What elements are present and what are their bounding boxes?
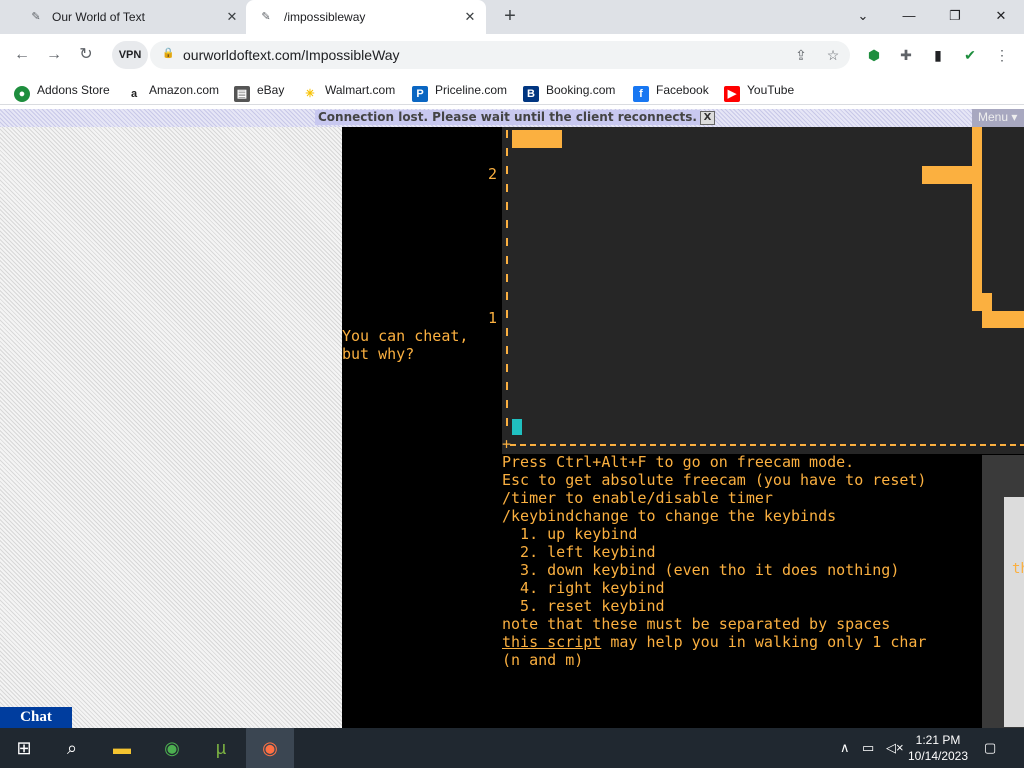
restore-button[interactable]: ❐ <box>941 4 969 28</box>
side-panel-inner <box>1004 497 1024 727</box>
maze-bottom-border <box>510 444 1024 446</box>
owot-icon: ✎ <box>31 11 41 23</box>
facebook-icon: f <box>633 86 649 102</box>
cheat-hint-text: You can cheat, but why? <box>342 327 469 363</box>
share-icon[interactable]: ⇪ <box>792 46 810 64</box>
bookmark-priceline[interactable]: P Priceline.com <box>412 81 507 102</box>
new-tab-button[interactable]: + <box>500 6 520 26</box>
youtube-icon: ▶ <box>724 86 740 102</box>
bookmark-ebay[interactable]: ▤ eBay <box>234 81 284 102</box>
bookmark-amazon[interactable]: a Amazon.com <box>126 81 219 102</box>
script-description: may help you in walking only 1 char <box>601 633 927 651</box>
script-line: this script may help you in walking only… <box>502 633 980 651</box>
chevron-down-icon: ▾ <box>1011 110 1018 124</box>
maze-wall <box>922 166 974 184</box>
tab-title: Our World of Text <box>52 10 145 24</box>
walmart-icon: ✳ <box>302 86 318 102</box>
instruction-line: /timer to enable/disable timer <box>502 489 773 507</box>
chat-button[interactable]: Chat <box>0 707 72 728</box>
notifications-icon[interactable]: ▢ <box>984 740 996 756</box>
instruction-line: (n and m) <box>502 651 584 669</box>
system-clock[interactable]: 1:21 PM 10/14/2023 <box>900 732 976 764</box>
show-hidden-icons-chevron-icon[interactable]: ∧ <box>840 740 850 756</box>
maze-wall <box>972 293 992 311</box>
offscreen-text-fragment: th <box>1012 561 1024 577</box>
extensions-puzzle-icon[interactable]: ✚ <box>896 45 916 65</box>
close-tab-icon[interactable]: ✕ <box>462 9 478 25</box>
instruction-line: 2. left keybind <box>502 543 656 561</box>
menu-button[interactable]: Menu ▾ <box>972 109 1024 127</box>
addons-store-icon: ● <box>14 86 30 102</box>
instructions: Press Ctrl+Alt+F to go on freecam mode. … <box>502 453 980 669</box>
corner-marker: + <box>502 435 512 453</box>
search-icon[interactable]: ⌕ <box>48 728 96 768</box>
forward-arrow-icon[interactable]: → <box>44 45 64 65</box>
instruction-line: /keybindchange to change the keybinds <box>502 507 837 525</box>
priceline-icon: P <box>412 86 428 102</box>
chrome-active-icon[interactable]: ◉ <box>246 728 294 768</box>
this-script-link[interactable]: this script <box>502 633 601 651</box>
instruction-line: Esc to get absolute freecam (you have to… <box>502 471 927 489</box>
player-cursor <box>512 419 522 435</box>
bookmark-booking[interactable]: B Booking.com <box>523 81 615 102</box>
axis-label: 1 <box>488 309 498 327</box>
close-tab-icon[interactable]: ✕ <box>224 9 240 25</box>
tab-strip: ✎ Our World of Text ✕ ✎ /impossibleway ✕… <box>0 0 1024 34</box>
bookmark-addons-store[interactable]: ● Addons Store <box>14 81 110 102</box>
instruction-line: note that these must be separated by spa… <box>502 615 891 633</box>
maze-wall <box>982 311 1024 328</box>
shield-check-icon[interactable]: ✔ <box>960 45 980 65</box>
file-explorer-icon[interactable]: ▬ <box>98 728 146 768</box>
vpn-button[interactable]: VPN <box>112 41 148 69</box>
address-bar[interactable]: 🔒 ourworldoftext.com/ImpossibleWay ⇪ ☆ <box>150 41 850 69</box>
bookmark-star-icon[interactable]: ☆ <box>824 46 842 64</box>
side-panel-icon[interactable]: ▮ <box>928 45 948 65</box>
ebay-icon: ▤ <box>234 86 250 102</box>
booking-icon: B <box>523 86 539 102</box>
instruction-line: Press Ctrl+Alt+F to go on freecam mode. <box>502 453 855 471</box>
clock-date: 10/14/2023 <box>907 749 969 763</box>
tab-our-world-of-text[interactable]: ✎ Our World of Text ✕ <box>8 0 246 34</box>
menu-label: Menu <box>978 110 1009 124</box>
address-toolbar: ← → ↻ VPN 🔒 ourworldoftext.com/Impossibl… <box>0 34 1024 76</box>
more-menu-icon[interactable]: ⋮ <box>992 45 1012 65</box>
tab-impossibleway[interactable]: ✎ /impossibleway ✕ <box>246 0 486 34</box>
network-icon[interactable]: ▭ <box>862 740 874 756</box>
clock-time: 1:21 PM <box>915 733 961 747</box>
minimize-button[interactable]: — <box>895 4 923 28</box>
instruction-line: 5. reset keybind <box>502 597 665 615</box>
instruction-line: 1. up keybind <box>502 525 638 543</box>
taskbar: ⊞ ⌕ ▬ ◉ µ ◉ ∧ ▭ ◁× 1:21 PM 10/14/2023 ▢ <box>0 728 1024 768</box>
owot-canvas[interactable]: Connection lost. Please wait until the c… <box>0 109 1024 728</box>
lock-icon[interactable]: 🔒 <box>162 48 174 60</box>
maze-left-border <box>506 130 508 435</box>
tab-title: /impossibleway <box>284 10 366 24</box>
close-window-button[interactable]: ✕ <box>987 4 1015 28</box>
instruction-line: 4. right keybind <box>502 579 665 597</box>
unloaded-area <box>0 109 342 728</box>
back-arrow-icon[interactable]: ← <box>12 45 32 65</box>
owot-icon: ✎ <box>261 11 271 23</box>
maze-wall <box>972 127 982 311</box>
close-banner-button[interactable]: X <box>700 111 715 125</box>
utorrent-icon[interactable]: µ <box>197 728 245 768</box>
adblock-extension-icon[interactable]: ⬢ <box>864 45 884 65</box>
chrome-icon[interactable]: ◉ <box>148 728 196 768</box>
axis-label: 2 <box>488 165 498 183</box>
instruction-line: 3. down keybind (even tho it does nothin… <box>502 561 900 579</box>
amazon-icon: a <box>126 86 142 102</box>
maze-wall <box>512 130 562 148</box>
bookmarks-bar: ● Addons Store a Amazon.com ▤ eBay ✳ Walmart… <box>0 76 1024 105</box>
bookmark-youtube[interactable]: ▶ YouTube <box>724 81 794 102</box>
url-text[interactable]: ourworldoftext.com/ImpossibleWay <box>183 47 400 63</box>
connection-lost-banner: Connection lost. Please wait until the c… <box>315 110 700 125</box>
bookmark-facebook[interactable]: f Facebook <box>633 81 709 102</box>
windows-start-icon[interactable]: ⊞ <box>0 728 48 768</box>
bookmark-walmart[interactable]: ✳ Walmart.com <box>302 81 395 102</box>
reload-icon[interactable]: ↻ <box>76 45 96 65</box>
tab-search-chevron-icon[interactable]: ⌄ <box>849 4 877 28</box>
